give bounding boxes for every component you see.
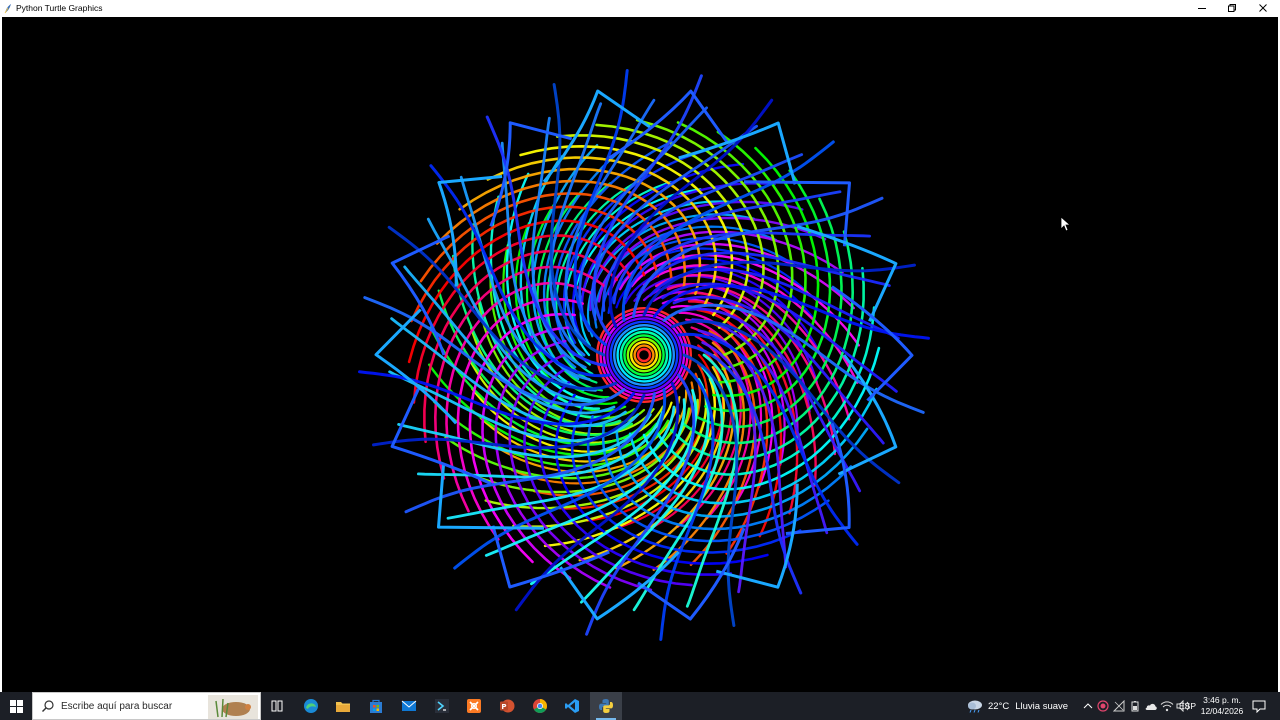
tray-battery-button[interactable] bbox=[1128, 699, 1142, 713]
store-button[interactable] bbox=[360, 692, 392, 720]
chevron-up-icon bbox=[1083, 703, 1093, 709]
cloud-icon bbox=[1145, 703, 1157, 710]
battery-icon bbox=[1131, 701, 1139, 712]
search-box[interactable]: Escribe aquí para buscar bbox=[32, 692, 261, 720]
input-language[interactable]: ESP bbox=[1179, 692, 1196, 720]
show-hidden-icons-button[interactable] bbox=[1081, 699, 1095, 713]
tray-onedrive-button[interactable] bbox=[1144, 699, 1158, 713]
svg-text:P: P bbox=[501, 703, 506, 711]
powershell-icon bbox=[435, 699, 449, 713]
notification-center-button[interactable] bbox=[1248, 692, 1270, 720]
tray-network-button[interactable] bbox=[1112, 699, 1126, 713]
turtle-canvas[interactable] bbox=[2, 17, 1278, 692]
task-view-icon bbox=[271, 700, 283, 712]
maximize-button[interactable] bbox=[1217, 0, 1247, 16]
window-title: Python Turtle Graphics bbox=[16, 3, 103, 13]
search-icon bbox=[42, 700, 54, 712]
python-icon bbox=[599, 699, 613, 713]
store-icon bbox=[370, 699, 382, 713]
edge-icon bbox=[304, 699, 318, 713]
xampp-icon bbox=[467, 699, 481, 713]
tray-record-button[interactable] bbox=[1096, 699, 1110, 713]
chrome-icon bbox=[533, 699, 547, 713]
turtle-window: Python Turtle Graphics bbox=[0, 0, 1280, 692]
python-taskbar-button[interactable] bbox=[590, 692, 622, 720]
weather-description: Lluvia suave bbox=[1015, 700, 1069, 712]
edge-button[interactable] bbox=[295, 692, 327, 720]
search-highlight-image bbox=[208, 695, 258, 719]
network-icon bbox=[1113, 700, 1125, 712]
python-feather-icon bbox=[3, 2, 13, 14]
cloud-rain-icon bbox=[968, 700, 982, 713]
notification-icon bbox=[1252, 700, 1266, 713]
powerpoint-button[interactable]: P bbox=[491, 692, 523, 720]
powershell-button[interactable] bbox=[426, 692, 458, 720]
vscode-icon bbox=[565, 699, 579, 713]
mail-icon bbox=[401, 700, 417, 711]
task-view-button[interactable] bbox=[261, 692, 293, 720]
taskbar: Escribe aquí para buscar P 22°C Lluvia s… bbox=[0, 692, 1280, 720]
record-icon bbox=[1097, 700, 1109, 712]
vscode-button[interactable] bbox=[556, 692, 588, 720]
tray-wifi-button[interactable] bbox=[1160, 699, 1174, 713]
start-button[interactable] bbox=[0, 692, 32, 720]
title-bar[interactable]: Python Turtle Graphics bbox=[0, 0, 1280, 16]
minimize-icon bbox=[1198, 8, 1206, 9]
windows-logo-icon bbox=[9, 699, 23, 713]
wifi-icon bbox=[1160, 701, 1174, 712]
minimize-button[interactable] bbox=[1187, 0, 1217, 16]
system-clock[interactable]: 3:46 p. m. 12/04/2026 bbox=[1199, 695, 1245, 717]
clock-date: 12/04/2026 bbox=[1200, 706, 1244, 716]
spirograph-drawing bbox=[358, 69, 930, 641]
weather-temperature: 22°C bbox=[988, 700, 1010, 712]
clock-time: 3:46 p. m. bbox=[1203, 695, 1241, 705]
chrome-button[interactable] bbox=[524, 692, 556, 720]
file-explorer-button[interactable] bbox=[327, 692, 359, 720]
close-icon bbox=[1259, 4, 1267, 12]
xampp-button[interactable] bbox=[458, 692, 490, 720]
center-rings bbox=[596, 307, 693, 404]
close-button[interactable] bbox=[1248, 0, 1278, 16]
search-placeholder: Escribe aquí para buscar bbox=[61, 700, 173, 712]
mouse-cursor-icon bbox=[1060, 216, 1070, 232]
powerpoint-icon: P bbox=[500, 699, 515, 713]
mail-button[interactable] bbox=[393, 692, 425, 720]
file-explorer-icon bbox=[336, 702, 350, 712]
restore-icon bbox=[1228, 4, 1236, 12]
weather-widget[interactable]: 22°C Lluvia suave bbox=[966, 692, 1068, 720]
